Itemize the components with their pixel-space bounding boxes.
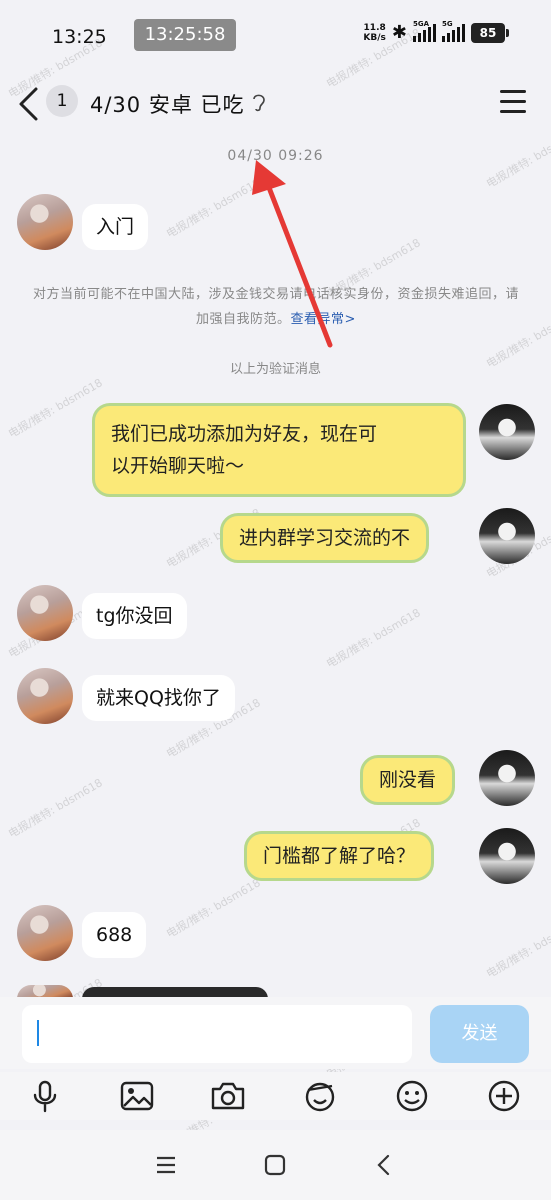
camera-icon[interactable]: [208, 1076, 248, 1116]
image-icon[interactable]: [117, 1076, 157, 1116]
emoji-icon[interactable]: [392, 1076, 432, 1116]
back-chevron-icon[interactable]: [16, 86, 42, 122]
message-bubble[interactable]: tg你没回: [82, 593, 187, 639]
watermark: 电报/推特: bdsm618: [6, 376, 105, 441]
message-input[interactable]: [22, 1005, 412, 1063]
contact-avatar[interactable]: [17, 905, 73, 961]
watermark: 电报/推特: bdsm618: [324, 606, 423, 671]
message-bubble[interactable]: 688: [82, 912, 147, 958]
watermark: 电报/推特: bdsm618: [164, 876, 263, 941]
message-text: 我们已成功添加为好友，现在可: [111, 423, 378, 445]
safety-notice: 对方当前可能不在中国大陆，涉及金钱交易请电话核实身份，资金损失难追回，请加强自我…: [30, 282, 522, 332]
bluetooth-icon: ✱: [391, 22, 407, 43]
text-caret: [37, 1020, 39, 1046]
verification-label: 以上为验证消息: [229, 362, 321, 377]
signal-icon: 5G: [442, 20, 465, 42]
signal-label: 5G: [442, 19, 453, 28]
network-speed-value: 11.8: [363, 22, 386, 33]
contact-avatar[interactable]: [17, 194, 73, 250]
safety-notice-text: 对方当前可能不在中国大陆，涉及金钱交易请电话核实身份，资金损失难追回，请加强自我…: [32, 287, 519, 327]
ear-icon[interactable]: [250, 91, 268, 113]
tool-bar: [0, 1072, 551, 1120]
home-icon[interactable]: [263, 1153, 287, 1177]
signal-label: 5GA: [413, 19, 430, 28]
watermark: 电报/推特: bdsm618: [484, 916, 551, 981]
view-anomaly-link[interactable]: 查看异常>: [291, 312, 356, 327]
plus-icon[interactable]: [484, 1076, 524, 1116]
status-bar: 13:25 13:25:58 11.8 KB/s ✱ 5GA 5G 85: [0, 0, 551, 70]
network-speed: 11.8 KB/s: [363, 23, 385, 43]
status-time: 13:25: [52, 26, 107, 48]
message-bubble[interactable]: 门槛都了解了哈？: [244, 831, 435, 881]
watermark: 电报/推特: bdsm618: [164, 176, 263, 241]
message-bubble[interactable]: 我们已成功添加为好友，现在可 以开始聊天啦～: [92, 403, 466, 497]
message-bubble[interactable]: 就来QQ找你了: [82, 675, 235, 721]
clock-overlay: 13:25:58: [134, 19, 236, 51]
chat-title[interactable]: 4/30 安卓 已吃: [90, 89, 245, 119]
sticker-icon[interactable]: [300, 1076, 340, 1116]
my-avatar[interactable]: [479, 750, 535, 806]
my-avatar[interactable]: [479, 404, 535, 460]
network-speed-unit: KB/s: [363, 32, 386, 43]
message-bubble[interactable]: 刚没看: [360, 755, 456, 805]
send-button[interactable]: 发送: [430, 1005, 529, 1063]
contact-avatar[interactable]: [17, 585, 73, 641]
my-avatar[interactable]: [479, 508, 535, 564]
message-bubble[interactable]: 入门: [82, 204, 149, 250]
signal-icon: 5GA: [413, 20, 436, 42]
battery-icon: 85: [471, 22, 509, 43]
my-avatar[interactable]: [479, 828, 535, 884]
back-icon[interactable]: [372, 1153, 396, 1177]
message-timestamp: 04/30 09:26: [227, 148, 324, 164]
contact-avatar[interactable]: [17, 668, 73, 724]
watermark: 电报/推特: bdsm618: [6, 776, 105, 841]
message-text: 以开始聊天啦～: [111, 455, 245, 477]
menu-icon[interactable]: [500, 90, 526, 114]
recent-apps-icon[interactable]: [154, 1153, 178, 1177]
message-bubble[interactable]: 进内群学习交流的不: [220, 513, 430, 563]
microphone-icon[interactable]: [25, 1076, 65, 1116]
unread-count-badge[interactable]: 1: [46, 85, 78, 117]
